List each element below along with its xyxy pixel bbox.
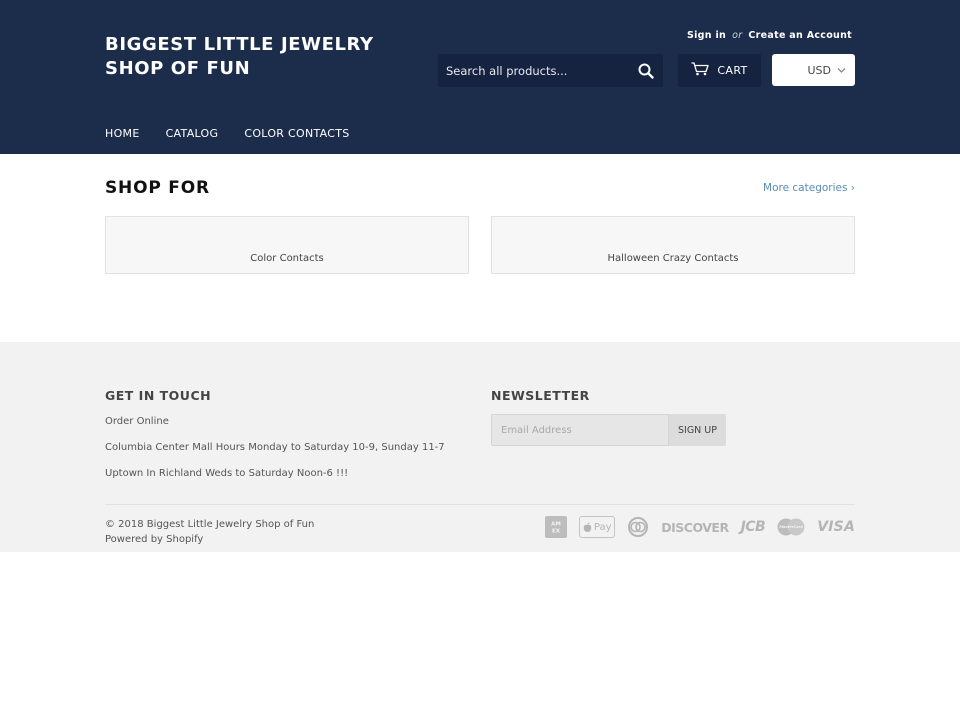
powered-by-link[interactable]: Powered by Shopify (105, 532, 314, 547)
search-input[interactable] (438, 54, 633, 87)
jcb-icon: JCB (740, 519, 766, 535)
nav-item-home[interactable]: HOME (105, 127, 140, 140)
nav-item-catalog[interactable]: CATALOG (166, 127, 219, 140)
contact-line: Columbia Center Mall Hours Monday to Sat… (105, 442, 445, 453)
search-icon[interactable] (637, 62, 655, 80)
get-in-touch-heading: GET IN TOUCH (105, 388, 212, 403)
or-separator: or (732, 30, 743, 41)
footer-divider (105, 504, 855, 505)
copyright-text: © 2018 Biggest Little Jewelry Shop of Fu… (105, 519, 315, 530)
discover-icon: DISCOVER (661, 519, 729, 535)
more-categories-link[interactable]: More categories › (763, 182, 855, 194)
site-header: BIGGEST LITTLE JEWELRY SHOP OF FUN Sign … (0, 0, 960, 154)
email-field[interactable] (491, 414, 669, 446)
visa-icon: VISA (817, 519, 855, 535)
contact-line: Order Online (105, 416, 169, 427)
collection-card-color-contacts[interactable]: Color Contacts (105, 216, 469, 274)
section-title: SHOP FOR (105, 178, 210, 198)
cart-button[interactable]: CART (678, 54, 761, 87)
svg-text:EX: EX (552, 529, 561, 535)
copyright: © 2018 Biggest Little Jewelry Shop of Fu… (105, 517, 314, 547)
currency-selector[interactable]: USD (772, 54, 855, 86)
site-footer: GET IN TOUCH Order Online Columbia Cente… (0, 342, 960, 552)
american-express-icon: AM EX (545, 516, 568, 538)
create-account-link[interactable]: Create an Account (748, 30, 852, 41)
chevron-down-icon (837, 65, 846, 78)
newsletter-heading: NEWSLETTER (491, 388, 590, 403)
account-links: Sign in or Create an Account (687, 30, 852, 41)
search-bar (438, 54, 663, 87)
cart-icon (691, 62, 709, 79)
collection-card-halloween-contacts[interactable]: Halloween Crazy Contacts (491, 216, 855, 274)
apple-pay-icon: Pay (579, 516, 616, 538)
svg-text:AM: AM (551, 522, 561, 528)
cart-label: CART (717, 64, 748, 77)
sign-up-button[interactable]: SIGN UP (669, 414, 726, 446)
master-icon: MasterCard (777, 518, 805, 536)
contact-line: Uptown In Richland Weds to Saturday Noon… (105, 468, 349, 479)
currency-value: USD (807, 63, 831, 77)
main-nav: HOME CATALOG COLOR CONTACTS (105, 127, 350, 140)
master-text: MasterCard (779, 525, 803, 529)
diners-club-icon (627, 517, 649, 537)
nav-item-color-contacts[interactable]: COLOR CONTACTS (244, 127, 349, 140)
collection-label: Halloween Crazy Contacts (607, 253, 739, 264)
payment-icons: AM EX Pay DISCOVER JCB MasterCard VISA (545, 516, 855, 538)
sign-in-link[interactable]: Sign in (687, 30, 726, 41)
collection-label: Color Contacts (250, 253, 324, 264)
site-title[interactable]: BIGGEST LITTLE JEWELRY SHOP OF FUN (105, 33, 395, 81)
apple-pay-text: Pay (593, 521, 612, 533)
